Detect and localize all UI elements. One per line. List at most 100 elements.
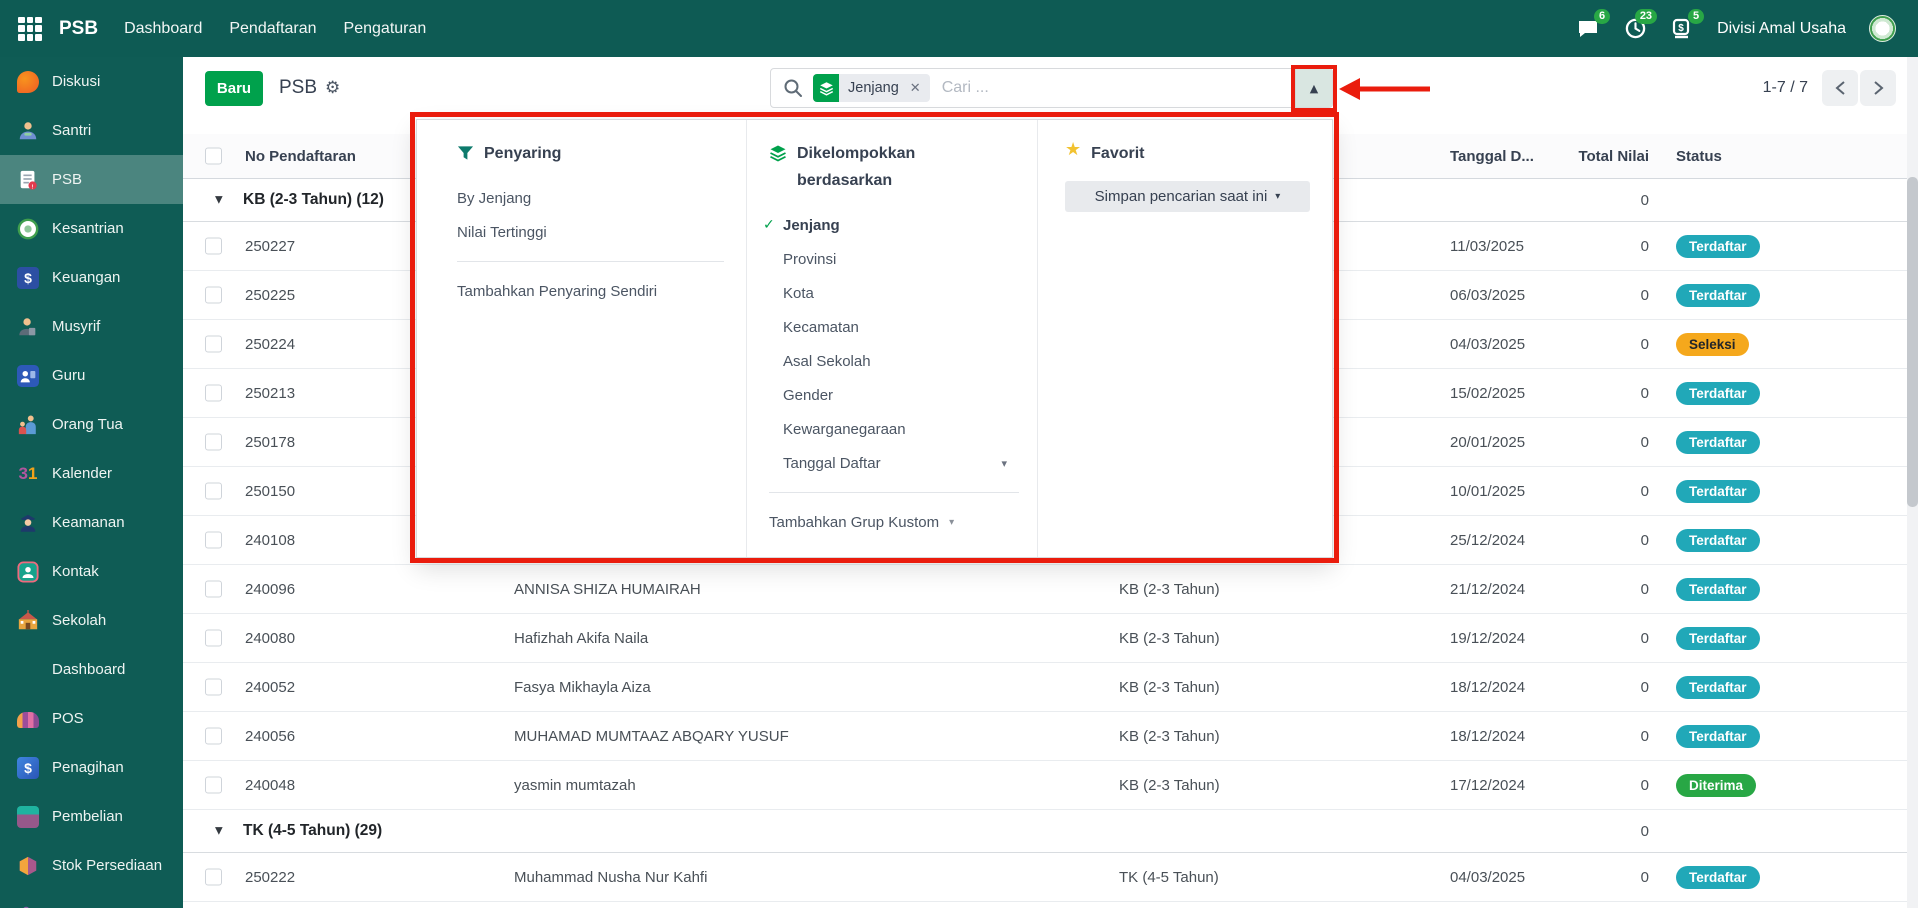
search-bar[interactable]: Jenjang ✕ Cari ... ▲ [770, 68, 1333, 108]
sidebar-item-stok-persediaan[interactable]: Stok Persediaan [0, 841, 183, 890]
status-badge: Terdaftar [1676, 480, 1760, 503]
status-badge: Terdaftar [1676, 578, 1760, 601]
sidebar-item-keamanan[interactable]: Keamanan [0, 498, 183, 547]
sidebar-item-santri[interactable]: Santri [0, 106, 183, 155]
groupby-option[interactable]: Kecamatan [769, 310, 1021, 344]
row-checkbox[interactable] [205, 287, 222, 304]
gear-icon[interactable]: ⚙ [325, 78, 340, 98]
sidebar-item-orang-tua[interactable]: Orang Tua [0, 400, 183, 449]
status-badge: Terdaftar [1676, 431, 1760, 454]
filter-option[interactable]: Nilai Tertinggi [457, 215, 726, 249]
status-badge: Terdaftar [1676, 529, 1760, 552]
groupby-option[interactable]: Tanggal Daftar▾ [769, 446, 1021, 480]
svg-text:$: $ [1678, 23, 1684, 34]
row-checkbox[interactable] [205, 679, 222, 696]
table-row[interactable]: 250222Muhammad Nusha Nur KahfiTK (4-5 Ta… [183, 853, 1918, 902]
table-row[interactable]: 240056MUHAMAD MUMTAAZ ABQARY YUSUFKB (2-… [183, 712, 1918, 761]
status-badge: Terdaftar [1676, 627, 1760, 650]
pos-icon [17, 708, 39, 730]
sidebar-item-keuangan[interactable]: $Keuangan [0, 253, 183, 302]
psb-icon: ! [17, 169, 39, 191]
search-facet-jenjang[interactable]: Jenjang ✕ [813, 74, 930, 102]
row-checkbox[interactable] [205, 483, 222, 500]
sidebar-item-diskusi[interactable]: Diskusi [0, 57, 183, 106]
row-checkbox[interactable] [205, 777, 222, 794]
user-avatar[interactable] [1869, 15, 1896, 42]
status-badge: Seleksi [1676, 333, 1749, 356]
sidebar-item-kontak[interactable]: Kontak [0, 547, 183, 596]
sidebar-item-sekolah[interactable]: Sekolah [0, 596, 183, 645]
row-checkbox[interactable] [205, 238, 222, 255]
sidebar-item-kesantrian[interactable]: Kesantrian [0, 204, 183, 253]
dashboard-icon [17, 659, 39, 681]
page-title: PSB [279, 77, 317, 99]
groupby-list: ✓JenjangProvinsiKotaKecamatanAsal Sekola… [769, 208, 1021, 480]
new-record-button[interactable]: Baru [205, 71, 263, 106]
groupby-option[interactable]: Kota [769, 276, 1021, 310]
table-row[interactable]: 240052Fasya Mikhayla AizaKB (2-3 Tahun)1… [183, 663, 1918, 712]
table-row[interactable]: 240048yasmin mumtazahKB (2-3 Tahun)17/12… [183, 761, 1918, 810]
sidebar-item-dashboard[interactable]: Dashboard [0, 645, 183, 694]
collapse-caret-icon[interactable]: ▼ [215, 826, 223, 837]
row-checkbox[interactable] [205, 434, 222, 451]
chevron-down-icon: ▾ [949, 517, 954, 528]
select-all-checkbox[interactable] [205, 148, 222, 165]
search-input[interactable]: Cari ... [942, 79, 1295, 97]
kesantrian-icon [17, 218, 39, 240]
pager-range: 1-7 / 7 [1763, 79, 1808, 97]
filter-option[interactable]: By Jenjang [457, 181, 726, 215]
row-checkbox[interactable] [205, 581, 222, 598]
scrollbar-thumb[interactable] [1907, 177, 1918, 507]
table-row[interactable]: 240080Hafizhah Akifa NailaKB (2-3 Tahun)… [183, 614, 1918, 663]
activities-badge: 23 [1635, 9, 1657, 24]
pager-next-button[interactable] [1860, 70, 1896, 106]
app-brand[interactable]: PSB [59, 18, 98, 40]
group-row[interactable]: ▼TK (4-5 Tahun) (29)0 [183, 810, 1918, 853]
row-checkbox[interactable] [205, 532, 222, 549]
sidebar-item-psb[interactable]: !PSB [0, 155, 183, 204]
apps-grid-icon[interactable] [18, 17, 42, 41]
collapse-caret-icon[interactable]: ▼ [215, 195, 223, 206]
sidebar-item-guru[interactable]: Guru [0, 351, 183, 400]
row-checkbox[interactable] [205, 869, 222, 886]
header-tanggal[interactable]: Tanggal D... [1450, 134, 1534, 178]
row-checkbox[interactable] [205, 336, 222, 353]
search-options-toggle[interactable]: ▲ [1295, 69, 1332, 107]
scrollbar-track[interactable] [1907, 57, 1918, 908]
groupby-option[interactable]: Asal Sekolah [769, 344, 1021, 378]
facet-remove-icon[interactable]: ✕ [908, 81, 930, 96]
row-checkbox[interactable] [205, 385, 222, 402]
sidebar-item-karyawan[interactable]: Karyawan [0, 890, 183, 908]
navbar-menu-pengaturan[interactable]: Pengaturan [344, 20, 427, 38]
sidebar-item-pembelian[interactable]: Pembelian [0, 792, 183, 841]
groupby-option[interactable]: Provinsi [769, 242, 1021, 276]
messages-icon[interactable]: 6 [1576, 17, 1600, 41]
row-checkbox[interactable] [205, 630, 222, 647]
company-name[interactable]: Divisi Amal Usaha [1717, 20, 1846, 38]
pager-prev-button[interactable] [1822, 70, 1858, 106]
sidebar-item-musyrif[interactable]: Musyrif [0, 302, 183, 351]
groupby-option[interactable]: Kewarganegaraan [769, 412, 1021, 446]
sidebar-item-penagihan[interactable]: $Penagihan [0, 743, 183, 792]
sidebar-item-kalender[interactable]: 31Kalender [0, 449, 183, 498]
header-status[interactable]: Status [1676, 134, 1722, 178]
activities-clock-icon[interactable]: 23 [1623, 17, 1647, 41]
save-search-button[interactable]: Simpan pencarian saat ini ▾ [1065, 181, 1310, 212]
add-custom-filter[interactable]: Tambahkan Penyaring Sendiri [457, 274, 726, 308]
sidebar-item-pos[interactable]: POS [0, 694, 183, 743]
groupby-option[interactable]: ✓Jenjang [769, 208, 1021, 242]
layers-icon [813, 74, 839, 102]
kontak-icon [17, 561, 39, 583]
header-no-pendaftaran[interactable]: No Pendaftaran [245, 134, 356, 178]
sales-money-icon[interactable]: $ 5 [1670, 17, 1694, 41]
navbar-menu-pendaftaran[interactable]: Pendaftaran [229, 20, 316, 38]
groupby-option[interactable]: Gender [769, 378, 1021, 412]
header-total-nilai[interactable]: Total Nilai [1565, 134, 1649, 178]
row-checkbox[interactable] [205, 728, 222, 745]
table-row[interactable]: 240096ANNISA SHIZA HUMAIRAHKB (2-3 Tahun… [183, 565, 1918, 614]
filter-icon [457, 145, 474, 161]
navbar-menu-dashboard[interactable]: Dashboard [124, 20, 202, 38]
pembelian-icon [17, 806, 39, 828]
stok-icon [17, 855, 39, 877]
add-custom-group[interactable]: Tambahkan Grup Kustom ▾ [769, 505, 1021, 539]
